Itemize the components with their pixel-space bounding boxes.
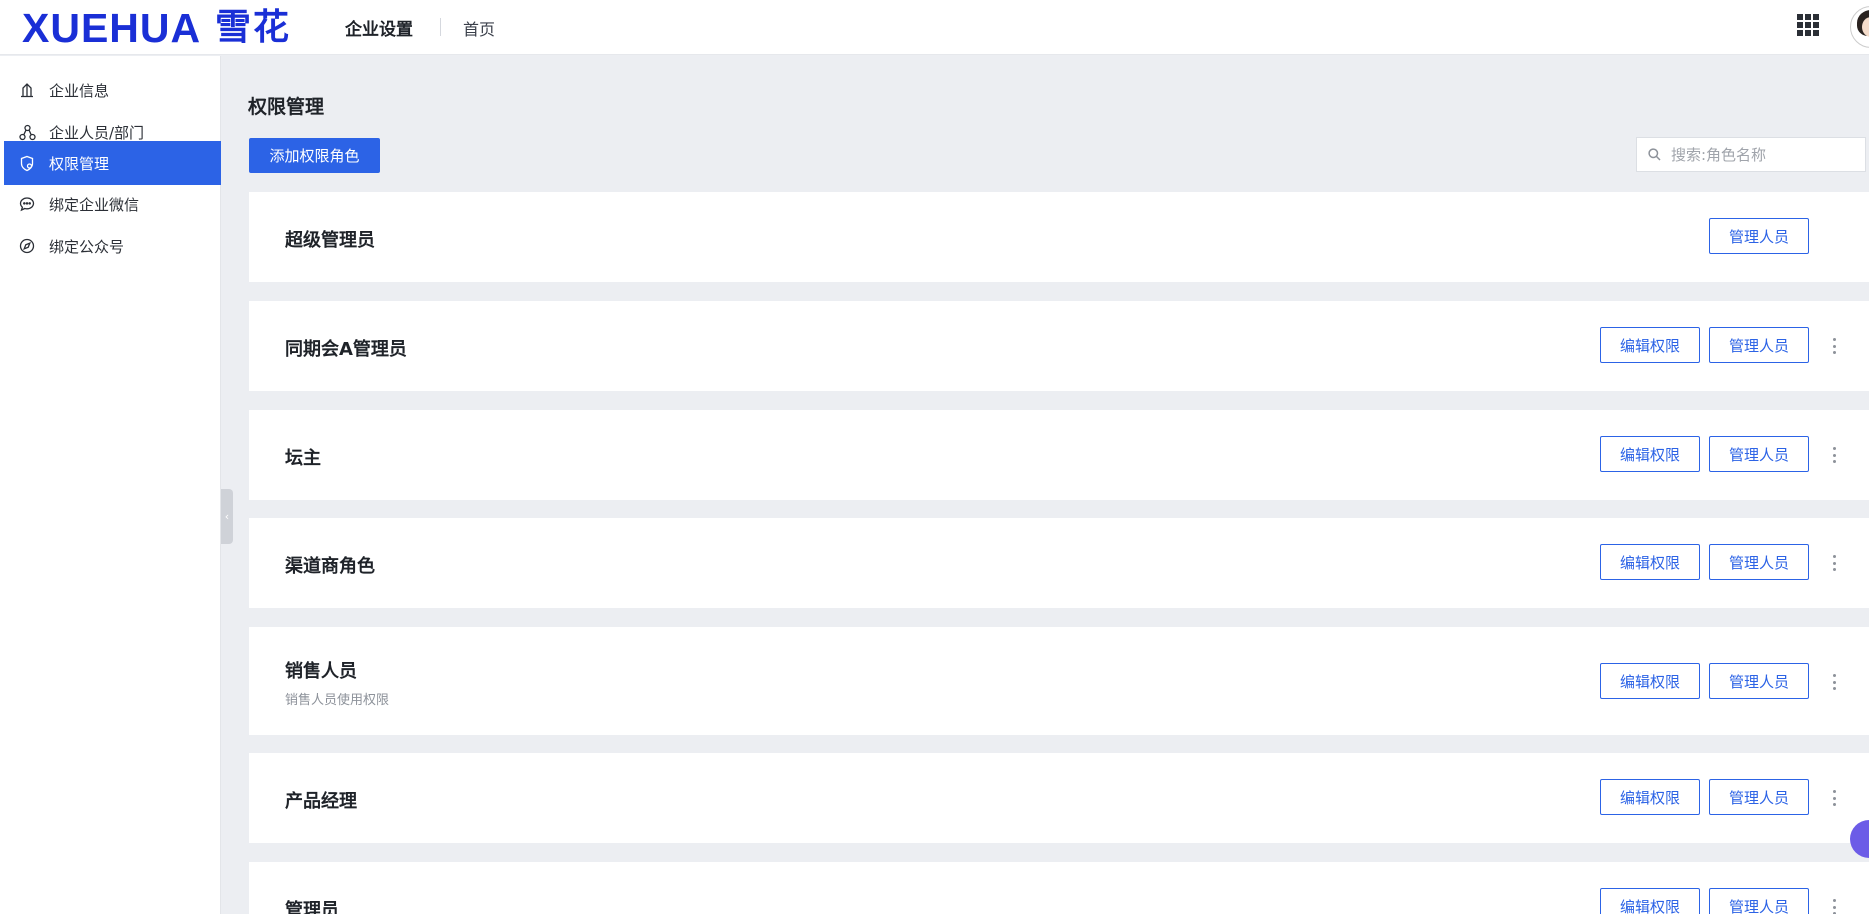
sidebar-item-label: 企业人员/部门 bbox=[49, 123, 145, 142]
building-icon bbox=[18, 81, 36, 99]
more-vertical-icon[interactable] bbox=[1827, 671, 1841, 693]
role-name: 销售人员 bbox=[285, 661, 357, 682]
manage-members-button[interactable]: 管理人员 bbox=[1709, 327, 1809, 363]
role-name: 渠道商角色 bbox=[285, 556, 375, 577]
top-header: XUEHUA 雪花 企业设置 首页 bbox=[0, 0, 1869, 55]
search-icon bbox=[1648, 148, 1661, 161]
manage-members-button[interactable]: 管理人员 bbox=[1709, 544, 1809, 580]
edit-permissions-button[interactable]: 编辑权限 bbox=[1600, 888, 1700, 914]
sidebar-item-company-info[interactable]: 企业信息 bbox=[4, 68, 221, 112]
sidebar: 企业信息 企业人员/部门 权限管理 绑定企业微信 绑定公众号 bbox=[0, 56, 221, 914]
edit-permissions-button[interactable]: 编辑权限 bbox=[1600, 327, 1700, 363]
role-name: 同期会A管理员 bbox=[285, 339, 407, 360]
role-name: 产品经理 bbox=[285, 791, 357, 812]
more-vertical-icon[interactable] bbox=[1827, 896, 1841, 914]
edit-permissions-button[interactable]: 编辑权限 bbox=[1600, 544, 1700, 580]
search-input[interactable] bbox=[1669, 144, 1853, 165]
more-vertical-icon[interactable] bbox=[1827, 335, 1841, 357]
edit-permissions-button[interactable]: 编辑权限 bbox=[1600, 779, 1700, 815]
shield-icon bbox=[18, 154, 36, 172]
more-vertical-icon[interactable] bbox=[1827, 552, 1841, 574]
manage-members-button[interactable]: 管理人员 bbox=[1709, 779, 1809, 815]
page-title: 权限管理 bbox=[248, 96, 325, 118]
sidebar-item-label: 绑定企业微信 bbox=[49, 195, 140, 214]
chevron-left-icon: ‹ bbox=[224, 510, 230, 523]
role-card: 销售人员 销售人员使用权限 编辑权限 管理人员 bbox=[249, 627, 1869, 735]
home-link[interactable]: 首页 bbox=[463, 16, 495, 40]
role-card-super-admin: 超级管理员 管理人员 bbox=[249, 192, 1869, 282]
compass-icon bbox=[18, 237, 36, 255]
role-description: 销售人员使用权限 bbox=[285, 693, 390, 708]
more-vertical-icon[interactable] bbox=[1827, 787, 1841, 809]
edit-permissions-button[interactable]: 编辑权限 bbox=[1600, 663, 1700, 699]
manage-members-button[interactable]: 管理人员 bbox=[1709, 436, 1809, 472]
role-name: 坛主 bbox=[285, 448, 321, 469]
sidebar-item-label: 企业信息 bbox=[49, 81, 110, 100]
more-vertical-icon[interactable] bbox=[1827, 444, 1841, 466]
sidebar-item-permissions[interactable]: 权限管理 bbox=[4, 141, 221, 185]
sidebar-item-bind-wecom[interactable]: 绑定企业微信 bbox=[4, 182, 221, 226]
manage-members-button[interactable]: 管理人员 bbox=[1709, 888, 1809, 914]
header-title: 企业设置 bbox=[345, 20, 413, 40]
header-divider bbox=[440, 18, 441, 36]
manage-members-button[interactable]: 管理人员 bbox=[1709, 218, 1809, 254]
role-name: 超级管理员 bbox=[285, 230, 375, 251]
sidebar-item-label: 权限管理 bbox=[49, 154, 110, 173]
role-card: 坛主 编辑权限 管理人员 bbox=[249, 410, 1869, 500]
role-card: 管理员 编辑权限 管理人员 bbox=[249, 862, 1869, 914]
edit-permissions-button[interactable]: 编辑权限 bbox=[1600, 436, 1700, 472]
role-name: 管理员 bbox=[285, 900, 339, 914]
role-search[interactable] bbox=[1636, 137, 1866, 172]
role-card: 渠道商角色 编辑权限 管理人员 bbox=[249, 518, 1869, 608]
logo-text[interactable]: XUEHUA bbox=[22, 6, 201, 50]
role-card: 同期会A管理员 编辑权限 管理人员 bbox=[249, 301, 1869, 391]
app-grid-icon[interactable] bbox=[1797, 14, 1819, 36]
org-chart-icon bbox=[18, 123, 36, 141]
chat-bubble-icon bbox=[18, 195, 36, 213]
sidebar-collapse-handle[interactable]: ‹ bbox=[221, 489, 233, 544]
sidebar-item-label: 绑定公众号 bbox=[49, 237, 125, 256]
avatar[interactable] bbox=[1850, 6, 1869, 48]
add-role-button[interactable]: 添加权限角色 bbox=[249, 138, 380, 173]
logo-chinese-text[interactable]: 雪花 bbox=[215, 7, 291, 49]
sidebar-item-bind-official-account[interactable]: 绑定公众号 bbox=[4, 224, 221, 268]
manage-members-button[interactable]: 管理人员 bbox=[1709, 663, 1809, 699]
role-card: 产品经理 编辑权限 管理人员 bbox=[249, 753, 1869, 843]
